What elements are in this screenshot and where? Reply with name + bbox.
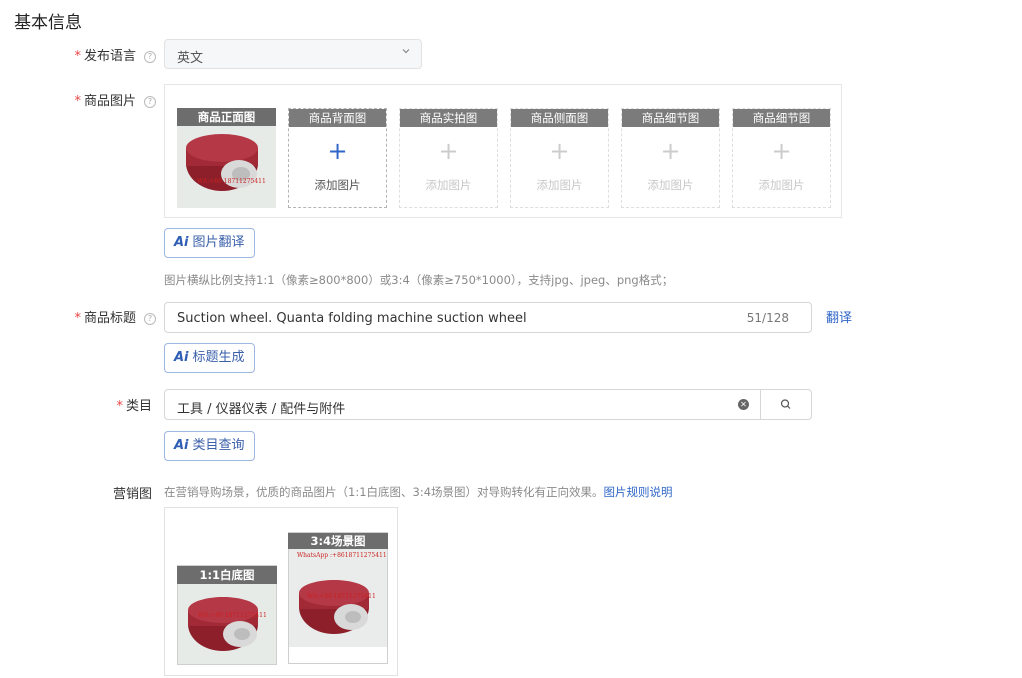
- category-label: 类目: [125, 399, 152, 414]
- title-label: 商品标题: [83, 311, 136, 326]
- language-select[interactable]: 英文: [164, 39, 422, 69]
- marketing-hint-row: 在营销导购场景，优质的商品图片（1:1白底图、3:4场景图）对导购转化有正向效果…: [164, 484, 673, 500]
- add-image-text: 添加图片: [314, 178, 361, 192]
- product-images-label: 商品图片: [83, 94, 136, 109]
- slot-caption: 商品细节图: [622, 109, 719, 127]
- slot-caption: 商品背面图: [289, 109, 386, 127]
- slot-caption: 商品正面图: [177, 108, 276, 126]
- image-rule-link[interactable]: 图片规则说明: [604, 485, 673, 499]
- plus-icon: +: [771, 137, 792, 165]
- marketing-label: 营销图: [112, 487, 152, 502]
- image-slot-side[interactable]: 商品侧面图 + 添加图片: [510, 108, 609, 208]
- marketing-hint: 在营销导购场景，优质的商品图片（1:1白底图、3:4场景图）对导购转化有正向效果…: [164, 485, 604, 499]
- help-icon[interactable]: ?: [144, 96, 156, 108]
- required-asterisk: *: [74, 311, 81, 326]
- required-asterisk: *: [74, 49, 81, 64]
- plus-icon: +: [438, 137, 459, 165]
- title-char-count: 51/128: [746, 311, 789, 325]
- marketing-caption-portrait: 3:4场景图: [288, 533, 388, 549]
- add-image-text: 添加图片: [425, 178, 472, 192]
- image-translate-label: 图片翻译: [192, 235, 245, 250]
- title-input[interactable]: Suction wheel. Quanta folding machine su…: [164, 302, 812, 333]
- image-slot-detail-2[interactable]: 商品细节图 + 添加图片: [732, 108, 831, 208]
- clear-icon[interactable]: ✕: [738, 399, 749, 410]
- image-slot-front[interactable]: 商品正面图 WA:+86 18711275411: [177, 108, 276, 208]
- watermark-text: WA:+86 18711275411: [198, 612, 267, 619]
- chevron-down-icon: [401, 46, 411, 59]
- ai-icon: Ai: [174, 438, 189, 453]
- category-query-label: 类目查询: [192, 438, 245, 453]
- category-select[interactable]: 工具 / 仪器仪表 / 配件与附件 ✕: [164, 389, 812, 420]
- slot-caption: 商品实拍图: [400, 109, 497, 127]
- slot-caption: 商品侧面图: [511, 109, 608, 127]
- image-slot-real[interactable]: 商品实拍图 + 添加图片: [399, 108, 498, 208]
- title-generate-label: 标题生成: [192, 350, 245, 365]
- language-select-value: 英文: [177, 51, 204, 66]
- category-query-button[interactable]: Ai 类目查询: [164, 431, 255, 461]
- add-image-text: 添加图片: [758, 178, 805, 192]
- product-images-panel: 商品正面图 WA:+86 18711275411 商品背面图 + 添加图片 商品…: [164, 84, 842, 218]
- marketing-image-square[interactable]: 1:1白底图 WA:+86 18711275411: [177, 565, 277, 665]
- image-format-hint: 图片横纵比例支持1:1（像素≥800*800）或3:4（像素≥750*1000）…: [164, 273, 674, 287]
- required-asterisk: *: [74, 94, 81, 109]
- category-value: 工具 / 仪器仪表 / 配件与附件: [177, 402, 346, 417]
- marketing-image-portrait[interactable]: 3:4场景图 WhatsApp :+8618711275411 WA:+86 1…: [288, 532, 388, 664]
- ai-icon: Ai: [174, 350, 189, 365]
- language-label: 发布语言: [83, 49, 136, 64]
- plus-icon: +: [660, 137, 681, 165]
- image-translate-button[interactable]: Ai 图片翻译: [164, 228, 255, 258]
- section-title: 基本信息: [14, 13, 82, 33]
- image-slot-detail-1[interactable]: 商品细节图 + 添加图片: [621, 108, 720, 208]
- add-image-text: 添加图片: [647, 178, 694, 192]
- watermark-text: WhatsApp :+8618711275411: [297, 552, 387, 559]
- image-slot-back[interactable]: 商品背面图 + 添加图片: [288, 108, 387, 208]
- ai-icon: Ai: [174, 235, 189, 250]
- help-icon[interactable]: ?: [144, 51, 156, 63]
- plus-icon: +: [327, 137, 348, 165]
- required-asterisk: *: [116, 399, 123, 414]
- category-label-row: * 类目: [60, 395, 152, 414]
- translate-link[interactable]: 翻译: [826, 307, 852, 326]
- add-image-text: 添加图片: [536, 178, 583, 192]
- watermark-text: WA:+86 18711275411: [197, 178, 266, 185]
- help-icon[interactable]: ?: [144, 313, 156, 325]
- language-label-row: * 发布语言?: [60, 45, 156, 64]
- marketing-images-panel: 1:1白底图 WA:+86 18711275411 3:4场景图 WhatsAp…: [164, 507, 398, 676]
- title-label-row: * 商品标题?: [60, 307, 156, 326]
- marketing-caption-square: 1:1白底图: [177, 566, 277, 584]
- search-icon: [780, 399, 791, 409]
- watermark-text: WA:+86 18711275411: [307, 593, 376, 600]
- plus-icon: +: [549, 137, 570, 165]
- search-button[interactable]: [761, 390, 811, 419]
- slot-caption: 商品细节图: [733, 109, 830, 127]
- title-input-value: Suction wheel. Quanta folding machine su…: [177, 311, 527, 326]
- title-generate-button[interactable]: Ai 标题生成: [164, 343, 255, 373]
- product-images-label-row: * 商品图片?: [60, 90, 156, 109]
